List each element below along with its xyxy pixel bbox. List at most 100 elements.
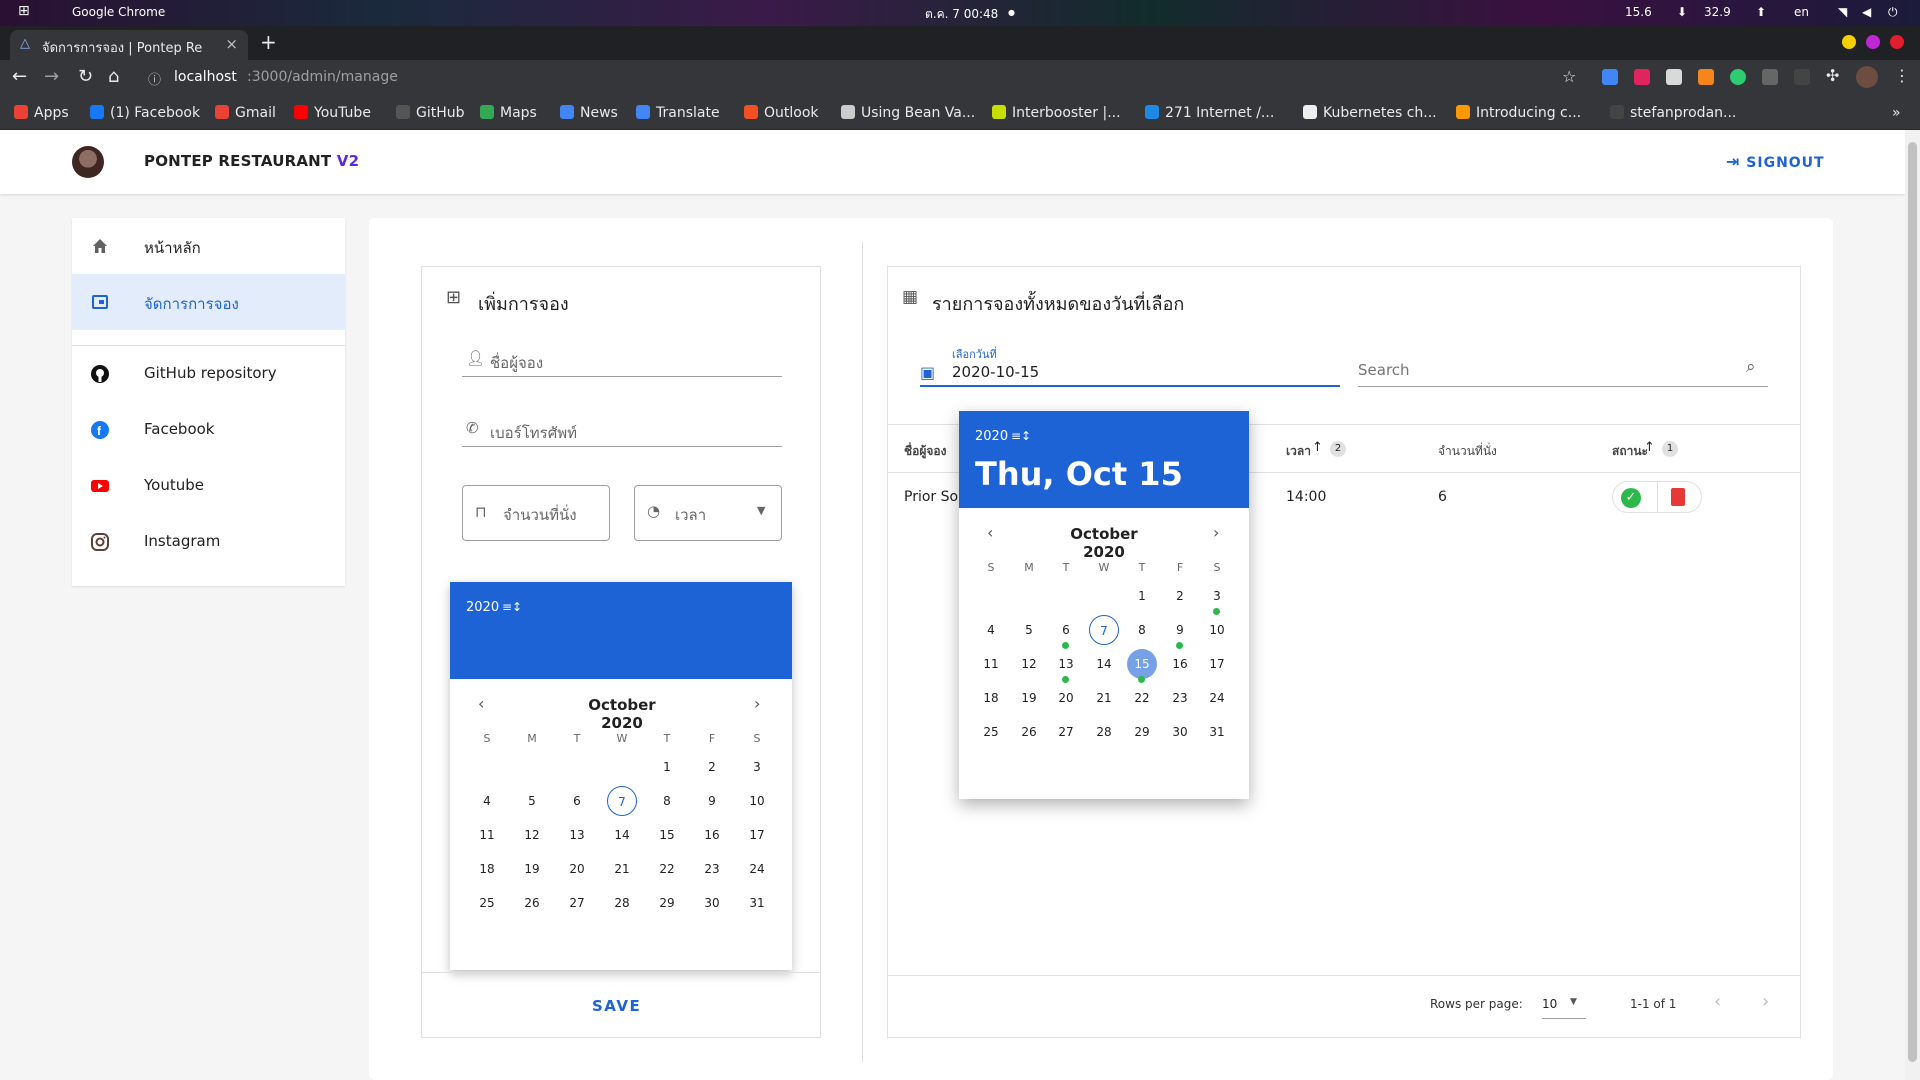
bookmark-item[interactable]: 271 Internet /... [1145, 105, 1274, 121]
volume-icon[interactable]: ◀ [1862, 5, 1871, 19]
calendar-day[interactable]: 15 [1127, 649, 1157, 679]
ext-red-icon[interactable] [1634, 69, 1650, 85]
os-language[interactable]: en [1794, 5, 1809, 19]
bookmark-item[interactable]: Introducing c... [1456, 105, 1581, 121]
sort-arrow-up-icon[interactable]: ↑ [1312, 440, 1323, 455]
sidebar-item-booking[interactable]: จัดการการจอง [72, 274, 345, 330]
calendar-day[interactable]: 18 [472, 854, 502, 884]
bookmark-item[interactable]: Translate [636, 105, 720, 121]
ext-dark2-icon[interactable] [1794, 69, 1810, 85]
calendar-day[interactable]: 29 [1127, 717, 1157, 747]
sidebar-item-youtube[interactable]: Youtube [72, 458, 345, 514]
calendar-day[interactable]: 21 [1089, 683, 1119, 713]
calendar-day[interactable]: 19 [517, 854, 547, 884]
calendar-day[interactable]: 11 [472, 820, 502, 850]
back-icon[interactable]: ← [12, 66, 27, 87]
wifi-icon[interactable]: ◥ [1838, 5, 1847, 19]
os-clock[interactable]: ต.ค. 7 00:48 [925, 5, 998, 24]
calendar-day[interactable]: 28 [1089, 717, 1119, 747]
calendar-day[interactable]: 3 [1202, 581, 1232, 611]
column-time[interactable]: เวลา [1286, 442, 1311, 461]
browser-tab[interactable]: △ จัดการการจอง | Pontep Re × [10, 30, 248, 60]
calendar-day[interactable]: 24 [742, 854, 772, 884]
calendar-day[interactable]: 16 [1165, 649, 1195, 679]
calendar-day[interactable]: 24 [1202, 683, 1232, 713]
calendar-day[interactable]: 22 [1127, 683, 1157, 713]
bookmark-item[interactable]: Outlook [744, 105, 819, 121]
calendar-day[interactable]: 7 [607, 786, 637, 816]
search-input[interactable]: Search ⌕ [1358, 353, 1768, 387]
column-seats[interactable]: จำนวนที่นั่ง [1438, 442, 1497, 461]
bookmark-item[interactable]: Using Bean Va... [841, 105, 975, 121]
sidebar-item-home[interactable]: หน้าหลัก [72, 218, 345, 274]
next-month-icon[interactable]: › [754, 694, 760, 713]
sidebar-item-github[interactable]: GitHub repository [72, 346, 345, 402]
forward-icon[interactable]: → [44, 66, 59, 87]
scrollbar-thumb[interactable] [1908, 142, 1917, 1062]
calendar-day[interactable]: 8 [1127, 615, 1157, 645]
time-select[interactable]: ◔ เวลา ▼ [634, 485, 782, 541]
signout-button[interactable]: ⇥ SIGNOUT [1726, 152, 1825, 171]
calendar-day[interactable]: 10 [742, 786, 772, 816]
bookmark-item[interactable]: GitHub [396, 105, 465, 121]
rows-per-page-select[interactable]: 10 ▼ [1542, 991, 1586, 1019]
menu-kebab-icon[interactable]: ⋮ [1894, 66, 1910, 85]
calendar-day[interactable]: 14 [607, 820, 637, 850]
page-scrollbar[interactable] [1905, 130, 1920, 1080]
date-field[interactable]: ▣ เลือกวันที่ 2020-10-15 [920, 345, 1340, 387]
extensions-puzzle-icon[interactable]: ✣ [1826, 66, 1839, 85]
calendar-day[interactable]: 9 [697, 786, 727, 816]
bookmark-item[interactable]: News [560, 105, 618, 121]
calendar-day[interactable]: 17 [1202, 649, 1232, 679]
bookmark-item[interactable]: YouTube [294, 105, 371, 121]
power-icon[interactable]: ⏻ [1888, 5, 1898, 20]
translate-ext-icon[interactable] [1602, 69, 1618, 85]
calendar-day[interactable]: 15 [652, 820, 682, 850]
prev-month-icon[interactable]: ‹ [987, 523, 993, 542]
calendar-day[interactable]: 12 [1014, 649, 1044, 679]
calendar-day[interactable]: 6 [1051, 615, 1081, 645]
calendar-day[interactable]: 26 [517, 888, 547, 918]
bookmark-item[interactable]: (1) Facebook [90, 105, 200, 121]
calendar-day[interactable]: 4 [472, 786, 502, 816]
calendar-day[interactable]: 30 [697, 888, 727, 918]
calendar-day[interactable]: 16 [697, 820, 727, 850]
column-status[interactable]: สถานะ [1612, 442, 1648, 461]
calendar-day[interactable]: 14 [1089, 649, 1119, 679]
calendar-day[interactable]: 13 [562, 820, 592, 850]
calendar-day[interactable]: 1 [652, 752, 682, 782]
bookmark-star-icon[interactable]: ☆ [1562, 67, 1576, 86]
name-field[interactable]: 👤︎ ชื่อผู้จอง [462, 345, 782, 377]
sidebar-item-instagram[interactable]: Instagram [72, 514, 345, 570]
calendar-day[interactable]: 9 [1165, 615, 1195, 645]
calendar-day[interactable]: 20 [562, 854, 592, 884]
prev-month-icon[interactable]: ‹ [478, 694, 484, 713]
calendar-day[interactable]: 27 [562, 888, 592, 918]
calendar-day[interactable]: 8 [652, 786, 682, 816]
popup-year[interactable]: 2020 [975, 429, 1008, 444]
next-page-icon[interactable]: › [1762, 991, 1769, 1012]
delete-trash-icon[interactable] [1671, 488, 1685, 506]
calendar-day[interactable]: 7 [1089, 615, 1119, 645]
bookmark-item[interactable]: Interbooster |... [992, 105, 1121, 121]
sort-arrow-up-icon[interactable]: ↑ [1644, 440, 1655, 455]
new-tab-button[interactable]: + [260, 30, 277, 54]
calendar-day[interactable]: 5 [1014, 615, 1044, 645]
bookmarks-overflow-icon[interactable]: » [1892, 105, 1901, 121]
maximize-button[interactable] [1866, 35, 1880, 49]
calendar-day[interactable]: 30 [1165, 717, 1195, 747]
calendar-day[interactable]: 31 [742, 888, 772, 918]
bookmark-item[interactable]: Gmail [215, 105, 276, 121]
phone-field[interactable]: ✆ เบอร์โทรศัพท์ [462, 415, 782, 447]
close-window-button[interactable] [1890, 35, 1904, 49]
calendar-day[interactable]: 21 [607, 854, 637, 884]
ext-dark-icon[interactable] [1762, 69, 1778, 85]
calendar-day[interactable]: 10 [1202, 615, 1232, 645]
calendar-day[interactable]: 5 [517, 786, 547, 816]
calendar-day[interactable]: 25 [472, 888, 502, 918]
calendar-day[interactable]: 4 [976, 615, 1006, 645]
calendar-day[interactable]: 23 [697, 854, 727, 884]
home-nav-icon[interactable]: ⌂ [108, 66, 119, 87]
save-button[interactable]: SAVE [592, 997, 641, 1015]
calendar-day[interactable]: 29 [652, 888, 682, 918]
